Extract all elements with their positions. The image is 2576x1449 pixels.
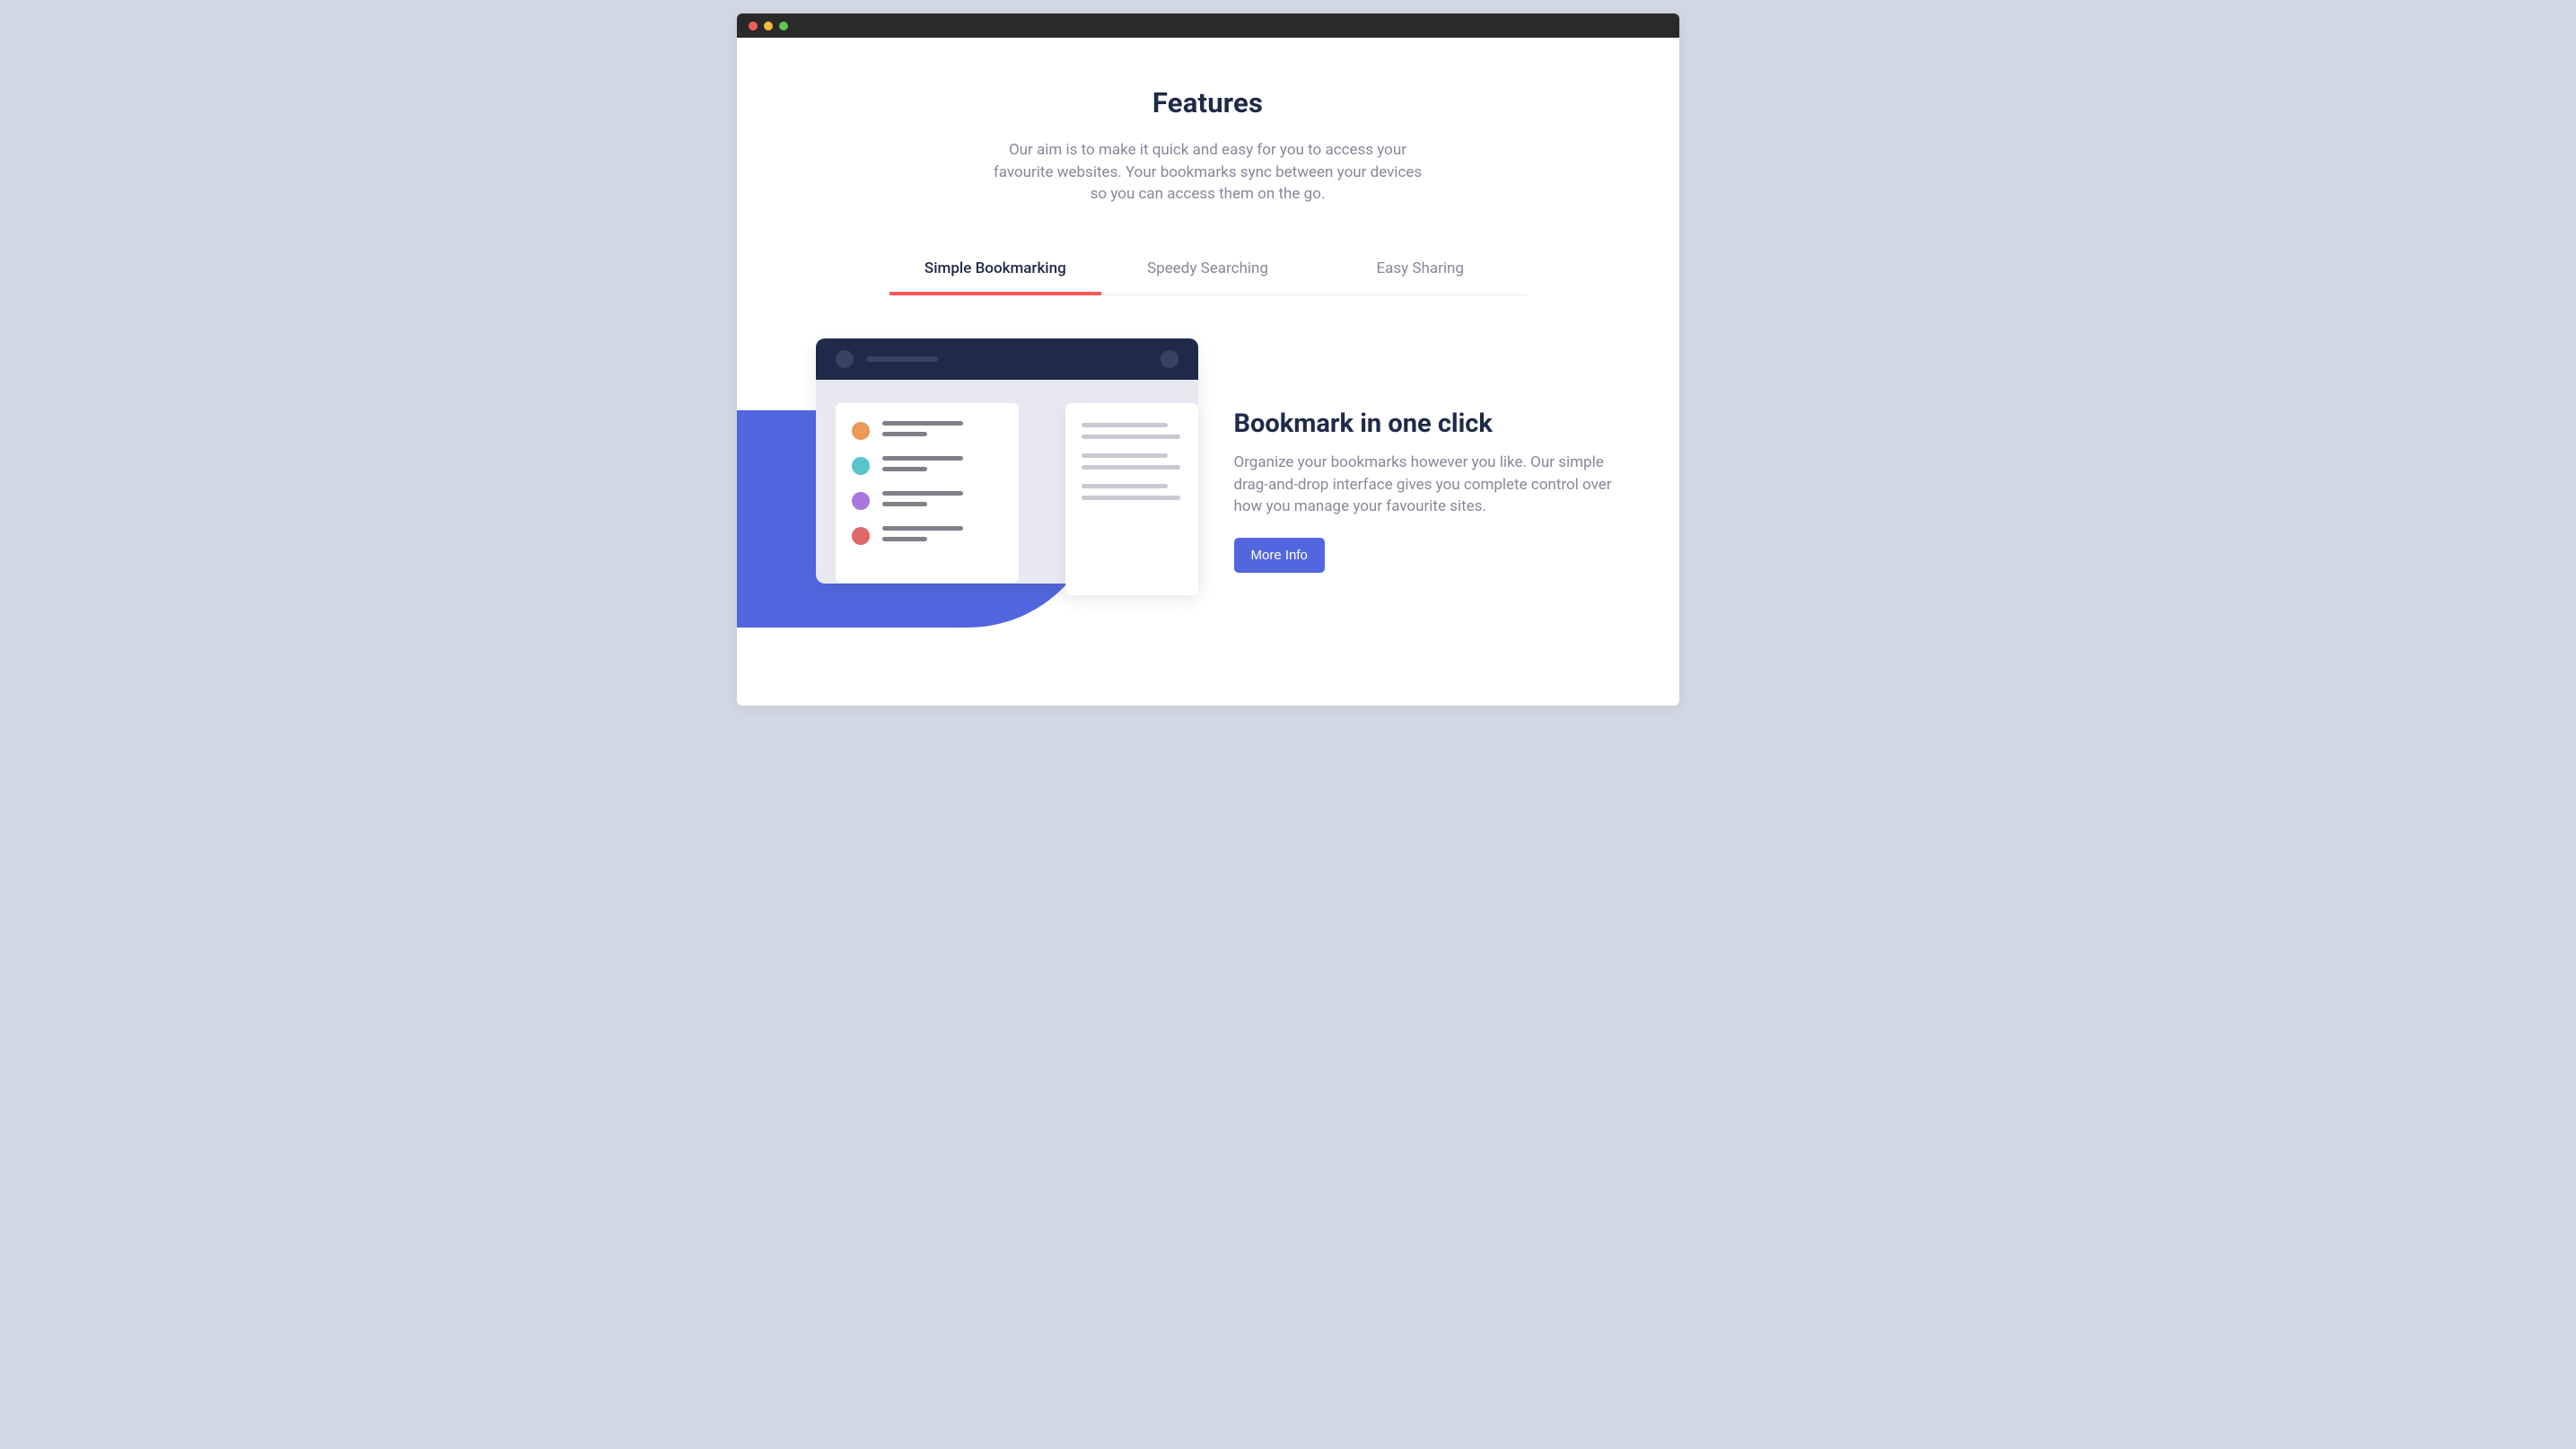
bullet-icon (852, 422, 870, 440)
feature-description: Organize your bookmarks however you like… (1234, 452, 1636, 518)
minimize-icon[interactable] (764, 22, 773, 31)
placeholder-bar (1082, 423, 1168, 427)
bullet-icon (852, 527, 870, 545)
tab-label: Easy Sharing (1376, 259, 1463, 277)
list-item (852, 491, 1003, 510)
features-description: Our aim is to make it quick and easy for… (988, 139, 1428, 206)
placeholder-lines (1082, 484, 1182, 500)
placeholder-bar (882, 526, 963, 531)
placeholder-lines (1082, 453, 1182, 470)
feature-text: Bookmark in one click Organize your book… (1234, 338, 1679, 573)
placeholder-lines (882, 421, 963, 436)
placeholder-bar (1082, 496, 1180, 500)
app-window: Features Our aim is to make it quick and… (737, 13, 1679, 706)
placeholder-lines (1082, 423, 1182, 439)
tab-label: Speedy Searching (1147, 259, 1268, 277)
browser-header-left (836, 350, 938, 368)
placeholder-bar (1082, 453, 1168, 458)
dot-icon (836, 350, 854, 368)
placeholder-bar (882, 421, 963, 426)
list-item (852, 456, 1003, 475)
browser-window-illustration (816, 338, 1198, 584)
list-item (852, 526, 1003, 545)
feature-tabs: Simple Bookmarking Speedy Searching Easy… (889, 249, 1527, 295)
placeholder-lines (882, 491, 963, 506)
placeholder-bar (866, 356, 938, 362)
list-item (852, 421, 1003, 440)
placeholder-bar (1082, 435, 1180, 439)
zoom-icon[interactable] (779, 22, 788, 31)
feature-title: Bookmark in one click (1234, 408, 1636, 439)
placeholder-bar (882, 456, 963, 461)
bullet-icon (852, 492, 870, 510)
features-heading: Features (737, 86, 1679, 119)
tab-speedy-searching[interactable]: Speedy Searching (1101, 249, 1314, 294)
window-titlebar (737, 13, 1679, 38)
tab-simple-bookmarking[interactable]: Simple Bookmarking (889, 249, 1102, 294)
browser-header (816, 338, 1198, 380)
more-info-button[interactable]: More Info (1234, 538, 1325, 573)
bookmark-list-card (836, 403, 1019, 583)
bullet-icon (852, 457, 870, 475)
feature-panel: Bookmark in one click Organize your book… (737, 338, 1679, 644)
dot-icon (1161, 350, 1178, 368)
placeholder-bar (882, 502, 927, 506)
placeholder-bar (882, 432, 927, 436)
placeholder-lines (882, 456, 963, 471)
placeholder-bar (1082, 484, 1168, 488)
close-icon[interactable] (749, 22, 758, 31)
page-content: Features Our aim is to make it quick and… (737, 38, 1679, 644)
tab-label: Simple Bookmarking (924, 259, 1066, 277)
detail-card (1065, 403, 1198, 595)
placeholder-bar (882, 467, 927, 471)
feature-illustration (737, 338, 1202, 644)
placeholder-bar (882, 491, 963, 496)
placeholder-bar (1082, 465, 1180, 470)
tab-easy-sharing[interactable]: Easy Sharing (1314, 249, 1527, 294)
placeholder-lines (882, 526, 963, 541)
placeholder-bar (882, 537, 927, 541)
